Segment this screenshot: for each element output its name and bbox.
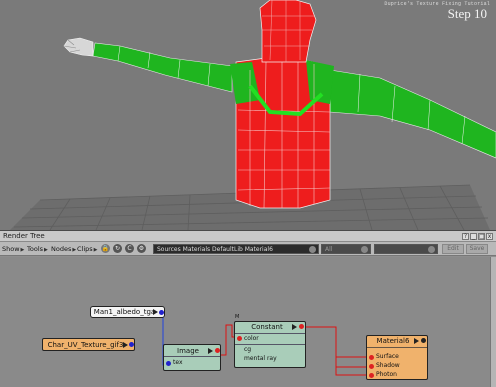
output-port[interactable] [215, 348, 220, 353]
window-title: Render Tree [3, 232, 45, 240]
path-dropdown-icon[interactable] [309, 246, 316, 253]
output-arrow-icon [414, 338, 419, 344]
input-label-tex: tex [173, 359, 183, 366]
output-port[interactable] [129, 342, 134, 347]
input-port-shadow[interactable] [369, 364, 374, 369]
menu-show[interactable]: Show▶ [2, 244, 24, 255]
input-port-color[interactable] [237, 336, 242, 341]
node-marker: M [235, 314, 240, 320]
output-arrow-icon [153, 309, 158, 315]
input-port-surface[interactable] [369, 355, 374, 360]
node-char-uv-texture[interactable]: Char_UV_Texture_gif3 [42, 338, 135, 351]
3d-viewport[interactable]: Duprice's Texture Fixing Tutorial Step 1… [0, 0, 496, 230]
menu-nodes[interactable]: Nodes▶ [51, 244, 76, 255]
output-port[interactable] [159, 310, 164, 315]
menu-tools[interactable]: Tools▶ [27, 244, 48, 255]
input-label-cg: cg [244, 346, 252, 353]
edit-button[interactable]: Edit [442, 244, 464, 254]
search-input[interactable] [374, 244, 438, 254]
input-label-surface: Surface [376, 353, 399, 360]
output-arrow-icon [123, 342, 128, 348]
refresh-icon[interactable]: ↻ [113, 244, 122, 253]
filter-dropdown-icon[interactable] [361, 246, 368, 253]
input-label-color: color [244, 335, 259, 342]
node-constant[interactable]: Constant color cg mental ray [234, 321, 306, 368]
c-icon[interactable]: C [125, 244, 134, 253]
save-button[interactable]: Save [466, 244, 488, 254]
input-port-photon[interactable] [369, 373, 374, 378]
render-tree-panel: Render Tree ? _ □ x Show▶ Tools▶ Nodes▶ … [0, 230, 496, 387]
node-image[interactable]: Image tex [163, 344, 221, 371]
filter-select[interactable]: All [321, 244, 371, 254]
close-button[interactable]: x [486, 233, 493, 240]
render-tree-titlebar: Render Tree ? _ □ x [0, 231, 496, 242]
settings-icon[interactable]: ⚙ [137, 244, 146, 253]
search-dropdown-icon[interactable] [428, 246, 435, 253]
output-port[interactable] [421, 338, 426, 343]
path-field[interactable]: Sources Materials DefaultLib Material6 [153, 244, 319, 254]
help-button[interactable]: ? [462, 233, 469, 240]
menu-clips[interactable]: Clips▶ [77, 244, 98, 255]
output-port[interactable] [299, 324, 304, 329]
output-arrow-icon [208, 348, 213, 354]
vertical-scrollbar[interactable] [490, 257, 496, 387]
minimize-button[interactable]: _ [470, 233, 477, 240]
node-graph-canvas[interactable]: Man1_albedo_tga Char_UV_Texture_gif3 Ima… [0, 257, 490, 387]
render-tree-toolbar: Show▶ Tools▶ Nodes▶ Clips▶ 🔒 ↻ C ⚙ Sourc… [0, 242, 496, 256]
node-albedo-clip[interactable]: Man1_albedo_tga [90, 306, 165, 318]
input-label-photon: Photon [376, 371, 397, 378]
maximize-button[interactable]: □ [478, 233, 485, 240]
node-char-label: Char_UV_Texture_gif3 [47, 341, 124, 349]
node-material[interactable]: Material6 Surface Shadow Photon [366, 335, 428, 380]
input-port-tex[interactable] [166, 361, 171, 366]
character-model-render [10, 0, 496, 230]
connection-constant-photon [335, 367, 368, 376]
output-arrow-icon [292, 324, 297, 330]
step-label: Step 10 [447, 6, 487, 21]
lock-icon[interactable]: 🔒 [101, 244, 110, 253]
connection-constant-shadow [335, 357, 368, 368]
input-label-shadow: Shadow [376, 362, 400, 369]
input-label-mental-ray: mental ray [244, 355, 277, 362]
